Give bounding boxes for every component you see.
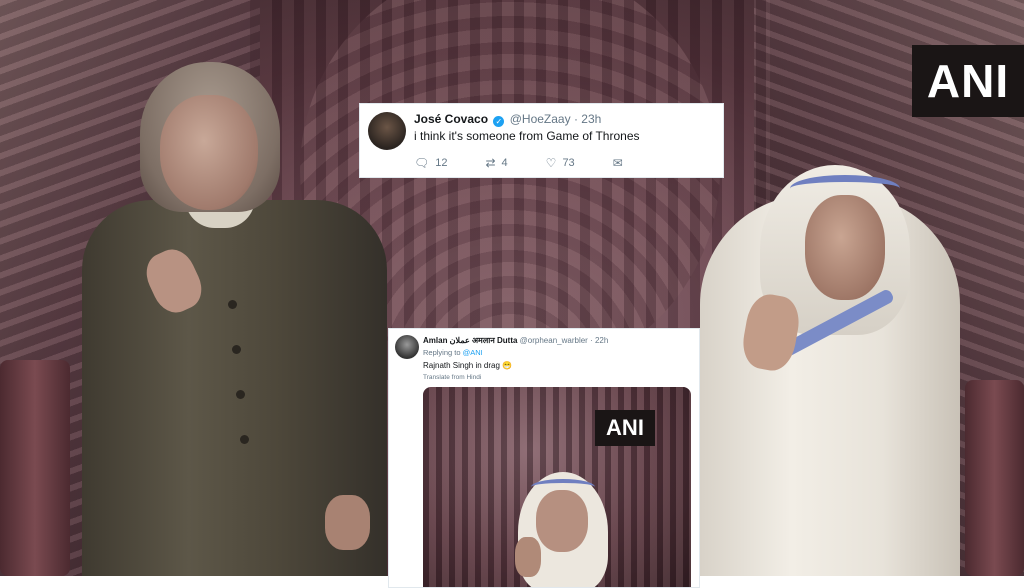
like-icon: ♡ [545, 156, 557, 170]
message-icon: ✉ [612, 156, 623, 170]
avatar[interactable] [395, 335, 419, 359]
jacket-button [232, 345, 241, 354]
tweet-timestamp[interactable]: 23h [581, 112, 601, 126]
tweet-card-amlan[interactable]: Amlan عملان अमलान Dutta @orphean_warbler… [388, 328, 700, 588]
tweet-author-name[interactable]: Amlan عملان अमलान Dutta [423, 336, 517, 345]
retweet-icon: ⇄ [485, 156, 496, 170]
reply-to-link[interactable]: @ANI [463, 348, 483, 357]
man-statue-face [160, 95, 258, 210]
tweet-card-covaco[interactable]: José Covaco ✓ @HoeZaay · 23h i think it'… [359, 103, 724, 178]
jacket-button [228, 300, 237, 309]
pillar [965, 380, 1024, 576]
retweet-count: 4 [501, 157, 508, 169]
tweet-header: Amlan عملان अमलान Dutta @orphean_warbler… [423, 335, 691, 346]
pillar [0, 360, 70, 576]
tweet-author-handle[interactable]: @orphean_warbler [520, 336, 588, 345]
like-count: 73 [562, 157, 575, 169]
tweet-actions: 🗨︎ 12 ⇄ 4 ♡ 73 ✉ [414, 156, 713, 170]
tweet-author-name[interactable]: José Covaco [414, 112, 488, 126]
tweet-text: i think it's someone from Game of Throne… [414, 129, 640, 143]
media-ani-watermark: ANI [595, 410, 655, 446]
man-statue-lower-hand [325, 495, 370, 550]
media-nun-face [536, 490, 588, 552]
retweet-action[interactable]: ⇄ 4 [485, 156, 507, 170]
reply-prefix: Replying to [423, 348, 461, 357]
reply-action[interactable]: 🗨︎ 12 [414, 156, 447, 170]
tweet-timestamp[interactable]: 22h [595, 336, 608, 345]
verified-badge-icon: ✓ [493, 116, 505, 127]
avatar[interactable] [368, 112, 406, 150]
nun-statue-face [805, 195, 885, 300]
like-action[interactable]: ♡ 73 [546, 156, 575, 170]
media-nun-hand [515, 537, 541, 577]
translate-link[interactable]: Translate from Hindi [423, 374, 691, 381]
reply-icon: 🗨︎ [414, 156, 430, 170]
jacket-button [240, 435, 249, 444]
tweet-text: Rajnath Singh in drag 😁 [423, 361, 513, 370]
reply-count: 12 [435, 157, 448, 169]
message-action[interactable]: ✉ [613, 156, 629, 170]
reply-context: Replying to @ANI [423, 348, 691, 357]
tweet-header: José Covaco ✓ @HoeZaay · 23h [414, 112, 713, 127]
ani-watermark: ANI [912, 45, 1024, 117]
jacket-button [236, 390, 245, 399]
tweet-author-handle[interactable]: @HoeZaay [510, 112, 571, 126]
